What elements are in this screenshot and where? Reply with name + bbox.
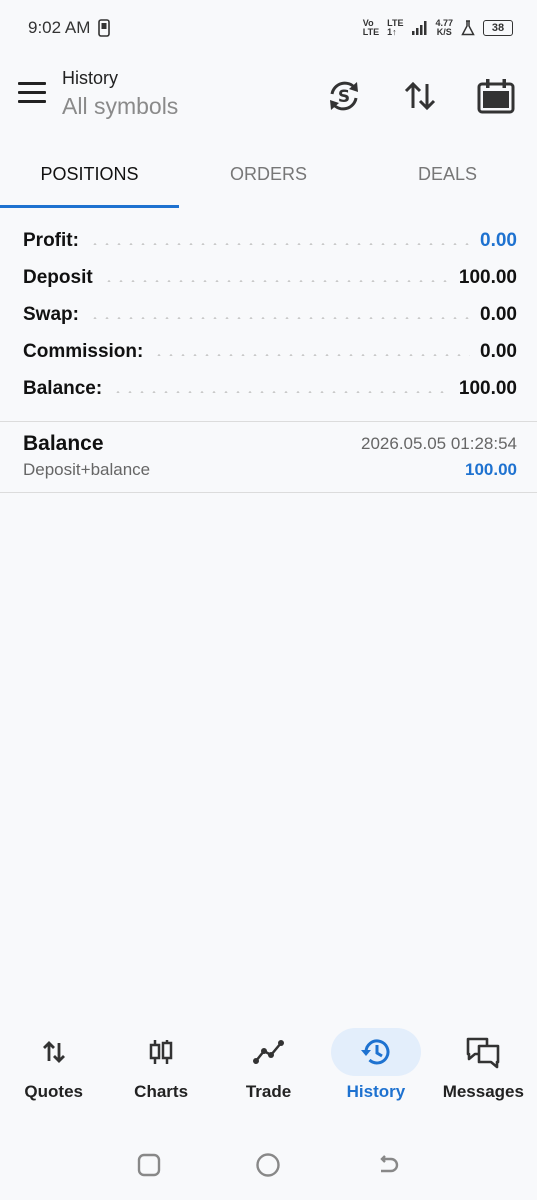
dotted-leader [88, 316, 471, 319]
summary-row-balance: Balance: 100.00 [0, 370, 537, 407]
dotted-leader [153, 353, 471, 356]
nav-quotes-label: Quotes [24, 1082, 83, 1101]
tab-deals[interactable]: DEALS [358, 150, 537, 208]
summary-row-commission: Commission: 0.00 [0, 333, 537, 370]
commission-label: Commission: [23, 340, 144, 362]
nav-messages-label: Messages [442, 1082, 524, 1101]
profit-label: Profit: [23, 229, 79, 251]
volte-indicator: Vo LTE [362, 18, 380, 37]
quotes-icon [42, 1041, 65, 1063]
menu-icon[interactable] [18, 82, 46, 104]
symbol-filter: All symbols [62, 93, 179, 119]
sort-icon[interactable] [400, 76, 440, 116]
nav-trade[interactable]: Trade [215, 1020, 322, 1120]
currency-sync-icon[interactable]: S [324, 76, 364, 116]
divider [0, 492, 537, 493]
summary-panel: Profit: 0.00 Deposit 100.00 Swap: 0.00 C… [0, 222, 537, 407]
signal-icon [412, 21, 427, 35]
history-tabs: POSITIONS ORDERS DEALS [0, 150, 537, 208]
nav-charts-label: Charts [134, 1082, 189, 1101]
flask-icon [461, 20, 475, 36]
back-icon[interactable] [376, 1153, 400, 1177]
deal-title: Balance [23, 432, 104, 455]
dotted-leader [102, 279, 449, 282]
nav-messages[interactable]: Messages [430, 1020, 537, 1120]
page-title: History [62, 68, 119, 88]
swap-label: Swap: [23, 303, 79, 325]
svg-text:S: S [338, 87, 350, 107]
dotted-leader [88, 242, 471, 245]
nav-quotes[interactable]: Quotes [0, 1020, 107, 1120]
nav-history-label: History [346, 1082, 406, 1101]
recent-apps-icon[interactable] [137, 1153, 161, 1177]
history-icon [360, 1039, 390, 1065]
summary-row-profit: Profit: 0.00 [0, 222, 537, 259]
profit-value: 0.00 [480, 229, 517, 251]
bottom-nav: Quotes Charts Trade History Messages [0, 1020, 537, 1120]
deposit-label: Deposit [23, 266, 93, 288]
balance-value: 100.00 [458, 377, 517, 399]
calendar-icon[interactable] [476, 76, 516, 116]
battery-indicator: 38 [483, 20, 513, 36]
nav-charts[interactable]: Charts [107, 1020, 214, 1120]
deal-list-item[interactable]: Balance 2026.05.05 01:28:54 Deposit+bala… [0, 422, 537, 492]
nav-trade-label: Trade [245, 1082, 292, 1101]
tab-orders[interactable]: ORDERS [179, 150, 358, 208]
title-block[interactable]: History All symbols [62, 68, 178, 120]
balance-label: Balance: [23, 377, 103, 399]
summary-row-deposit: Deposit 100.00 [0, 259, 537, 296]
tab-positions[interactable]: POSITIONS [0, 150, 179, 208]
phone-notification-icon [98, 19, 111, 37]
deal-description: Deposit+balance [23, 460, 151, 479]
system-nav-bar [0, 1140, 537, 1190]
commission-value: 0.00 [480, 340, 517, 362]
swap-value: 0.00 [480, 303, 517, 325]
summary-row-swap: Swap: 0.00 [0, 296, 537, 333]
status-time: 9:02 AM [28, 18, 91, 37]
candles-icon [149, 1040, 173, 1064]
status-bar: 9:02 AM Vo LTE LTE 1↑ 4.77 K/S 38 [0, 0, 537, 56]
lte-indicator: LTE 1↑ [387, 18, 404, 37]
deal-time: 2026.05.05 01:28:54 [361, 434, 517, 453]
net-speed: 4.77 K/S [435, 18, 453, 37]
home-icon[interactable] [255, 1152, 281, 1178]
deal-amount: 100.00 [465, 460, 517, 479]
app-bar: History All symbols S [0, 60, 537, 136]
messages-icon [467, 1037, 500, 1069]
dotted-leader [112, 390, 449, 393]
trade-line-icon [252, 1040, 284, 1064]
deposit-value: 100.00 [458, 266, 517, 288]
nav-history[interactable]: History [322, 1020, 429, 1120]
